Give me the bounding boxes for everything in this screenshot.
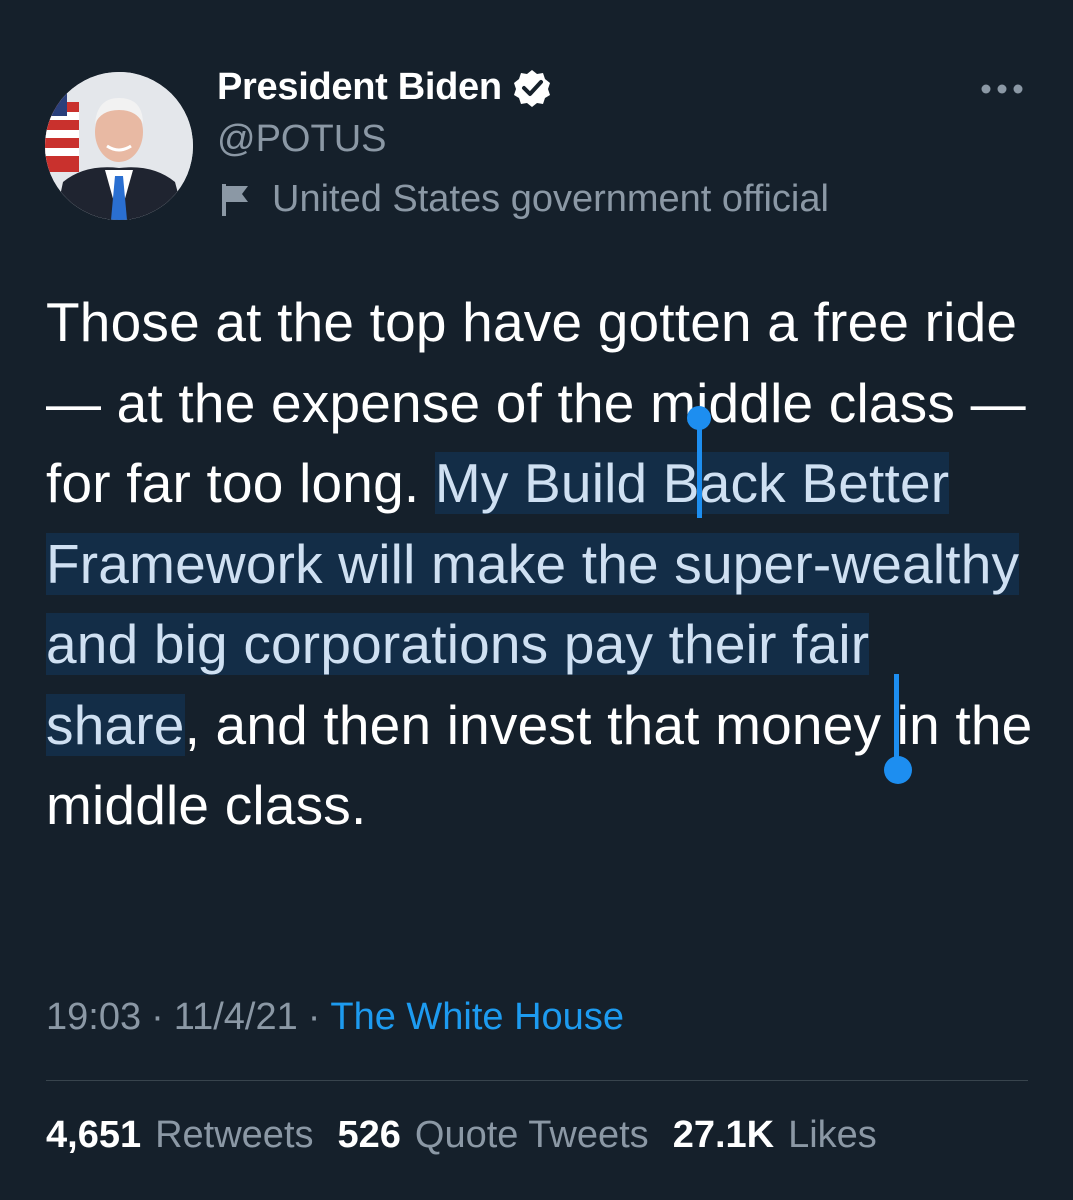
- selection-end-knob[interactable]: [884, 756, 912, 784]
- retweets-stat[interactable]: 4,651 Retweets: [46, 1114, 314, 1157]
- tweet-time[interactable]: 19:03: [46, 996, 141, 1039]
- account-label: United States government official: [220, 178, 829, 221]
- avatar[interactable]: [45, 72, 193, 220]
- author-name-row[interactable]: President Biden: [217, 66, 552, 109]
- quote-tweets-label: Quote Tweets: [414, 1114, 649, 1156]
- meta-separator: ·: [151, 996, 164, 1038]
- likes-label: Likes: [788, 1114, 877, 1156]
- tweet-stats: 4,651 Retweets 526 Quote Tweets 27.1K Likes: [46, 1114, 877, 1157]
- tweet-date[interactable]: 11/4/21: [174, 996, 298, 1039]
- divider: [46, 1080, 1028, 1081]
- author-handle[interactable]: @POTUS: [217, 118, 386, 161]
- account-label-text: United States government official: [272, 178, 829, 220]
- verified-badge-icon: [512, 68, 552, 108]
- flag-icon: [220, 182, 254, 218]
- likes-count: 27.1K: [672, 1114, 775, 1156]
- more-options-icon[interactable]: [980, 82, 1024, 96]
- retweets-count: 4,651: [46, 1114, 142, 1156]
- tweet-meta: 19:03 · 11/4/21 · The White House: [46, 996, 624, 1039]
- likes-stat[interactable]: 27.1K Likes: [673, 1114, 877, 1157]
- selection-start-knob[interactable]: [687, 406, 711, 430]
- retweets-label: Retweets: [155, 1114, 314, 1156]
- tweet-source-link[interactable]: The White House: [330, 996, 624, 1039]
- quote-tweets-stat[interactable]: 526 Quote Tweets: [338, 1114, 649, 1157]
- meta-separator: ·: [307, 996, 321, 1038]
- display-name[interactable]: President Biden: [217, 66, 502, 109]
- quote-tweets-count: 526: [337, 1114, 401, 1156]
